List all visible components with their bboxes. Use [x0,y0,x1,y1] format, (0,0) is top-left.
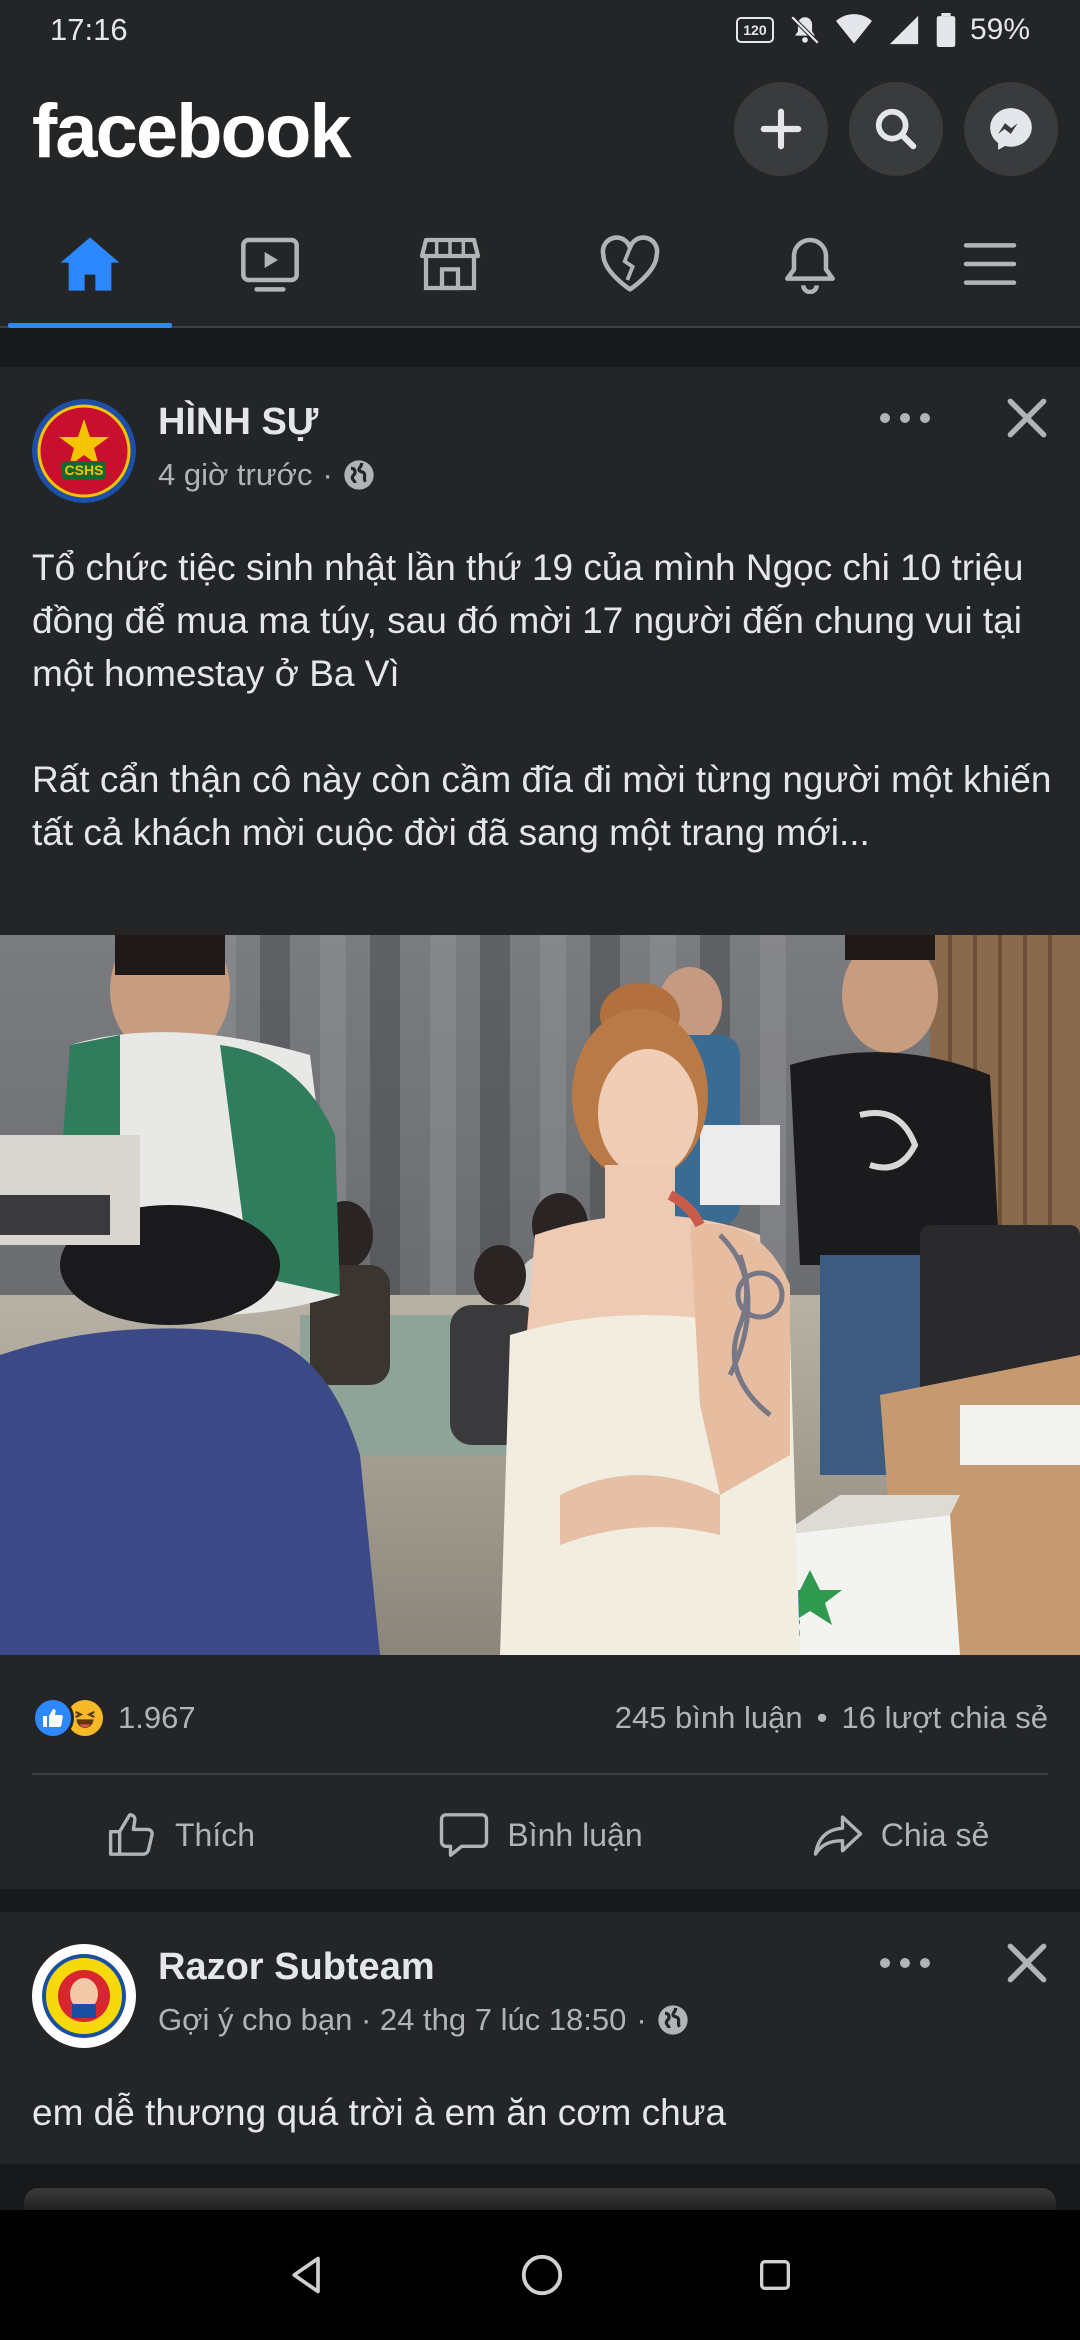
comments-count[interactable]: 245 bình luận [615,1700,803,1736]
status-time: 17:16 [50,12,128,47]
like-reaction-icon [32,1697,74,1739]
system-nav-bar [0,2210,1080,2340]
post-subtitle[interactable]: Gợi ý cho bạn · 24 thg 7 lúc 18:50 [158,2002,626,2038]
tab-menu[interactable] [900,200,1080,328]
comment-label: Bình luận [507,1816,643,1853]
create-button[interactable] [734,82,828,176]
post-meta: 4 giờ trước · [158,457,375,493]
feed-post: Razor Subteam Gợi ý cho bạn · 24 thg 7 l… [0,1912,1080,2164]
reactions-count: 1.967 [118,1700,196,1735]
messenger-icon [990,108,1032,150]
post-image-preview[interactable] [24,2188,1056,2210]
signal-icon [889,15,919,45]
like-label: Thích [174,1816,256,1853]
post-author[interactable]: HÌNH SỰ [158,401,318,444]
meta-separator: · [636,2002,647,2037]
post-image: sani [0,935,1080,1655]
comment-button[interactable]: Bình luận [360,1790,720,1880]
messenger-button[interactable] [964,82,1058,176]
tab-bar [0,200,1080,328]
globe-icon [344,460,374,490]
tab-watch[interactable] [180,200,360,328]
more-options-button[interactable] [880,1948,930,1978]
back-icon[interactable] [285,2253,329,2297]
subteam-logo-avatar [34,1946,134,2046]
avatar[interactable] [32,1944,136,2048]
wifi-icon [835,14,872,44]
home-circle-icon[interactable] [519,2252,565,2298]
post-actions: Thích Bình luận Chia sẻ [0,1790,1080,1880]
thumbs-up-icon [108,1813,154,1856]
post-time[interactable]: 4 giờ trước [158,457,312,493]
meta-separator: • [816,1700,828,1735]
heart-icon [600,235,660,292]
recents-icon[interactable] [755,2255,795,2295]
post-text-paragraph: Rất cẩn thận cô này còn cầm đĩa đi mời t… [32,759,1052,853]
facebook-logo[interactable]: facebook [32,88,352,175]
shop-icon [419,237,481,291]
tab-dating[interactable] [540,200,720,328]
search-button[interactable] [849,82,943,176]
mute-icon [790,15,820,45]
like-button[interactable]: Thích [0,1790,360,1880]
share-button[interactable]: Chia sẻ [720,1790,1080,1880]
post-meta: Gợi ý cho bạn · 24 thg 7 lúc 18:50 · [158,2002,689,2038]
share-label: Chia sẻ [880,1816,990,1853]
status-bar: 17:16 120 59% [0,0,1080,60]
tab-home[interactable] [0,200,180,328]
divider [32,1773,1048,1775]
avatar-badge-text: CSHS [65,462,104,478]
police-badge-avatar: CSHS [32,399,136,503]
battery-icon [936,13,956,47]
close-icon[interactable] [1002,393,1052,443]
post-photo[interactable]: sani [0,935,1080,1655]
close-icon[interactable] [1002,1938,1052,1988]
more-options-button[interactable] [880,403,930,433]
search-icon [875,108,917,150]
reactions-summary[interactable]: 1.967 [32,1697,196,1739]
engagement-counts: 245 bình luận • 16 lượt chia sẻ [615,1700,1048,1736]
plus-icon [760,108,802,150]
video-icon [241,237,299,292]
globe-icon [658,2005,688,2035]
comment-icon [440,1813,489,1857]
post-text-paragraph: em dễ thương quá trời à em ăn cơm chưa [32,2092,727,2133]
menu-icon [963,243,1017,285]
bell-icon [785,237,835,294]
avatar[interactable]: CSHS [32,399,136,503]
share-icon [813,1815,862,1856]
home-icon [60,237,120,291]
app-header: facebook [0,60,1080,200]
post-author[interactable]: Razor Subteam [158,1946,435,1989]
meta-separator: · [322,457,333,492]
tab-notifications[interactable] [720,200,900,328]
refresh-rate-icon: 120 [735,17,774,43]
post-text-paragraph: Tổ chức tiệc sinh nhật lần thứ 19 của mì… [32,547,1024,694]
battery-percent: 59% [969,13,1030,46]
status-icons: 120 59% [735,10,1030,50]
post-stats: 1.967 245 bình luận • 16 lượt chia sẻ [32,1690,1048,1746]
tab-marketplace[interactable] [360,200,540,328]
shares-count[interactable]: 16 lượt chia sẻ [841,1700,1048,1736]
